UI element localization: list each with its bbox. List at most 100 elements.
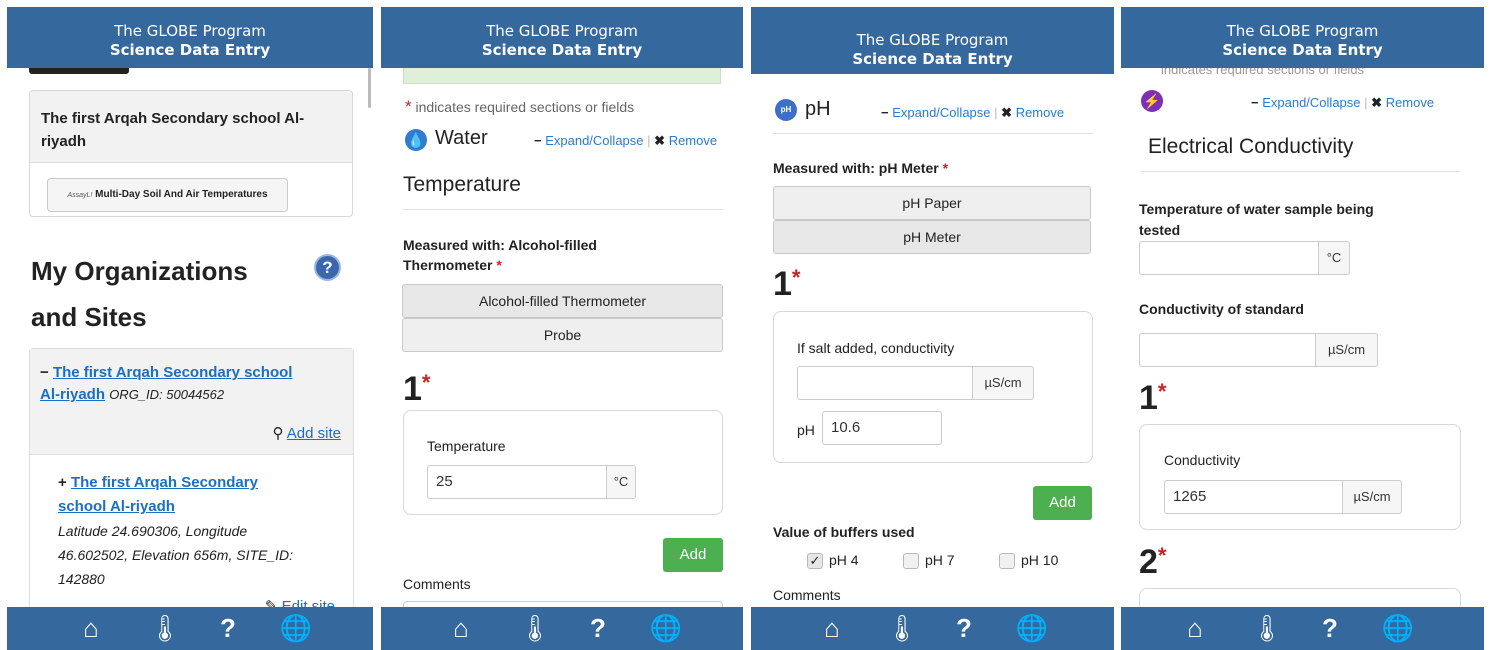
entry-number-2: 2* (1139, 543, 1167, 581)
globe-icon[interactable]: 🌐 (1014, 611, 1050, 645)
expand-collapse-link[interactable]: Expand/Collapse (892, 105, 990, 120)
remove-link[interactable]: Remove (1016, 105, 1064, 120)
org-id: ORG_ID: 50044562 (109, 387, 225, 402)
ph-input[interactable]: 10.6 (822, 411, 942, 445)
collapse-icon[interactable]: − (40, 364, 49, 381)
option-ph-meter[interactable]: pH Meter (773, 220, 1091, 254)
option-ph-paper[interactable]: pH Paper (773, 186, 1091, 220)
organization-card: − The first Arqah Secondary school Al-riy… (29, 348, 354, 648)
thermometer-icon[interactable]: 🌡 (884, 611, 920, 645)
site-details: Latitude 24.690306, Longitude 46.602502,… (58, 523, 294, 587)
divider (403, 209, 723, 210)
add-site-link[interactable]: ⚲ Add site (272, 424, 341, 442)
option-probe[interactable]: Probe (402, 318, 723, 352)
header-program-name: The GLOBE Program (1226, 22, 1379, 40)
standard-input[interactable] (1139, 333, 1316, 367)
help-icon[interactable]: ? (580, 611, 616, 645)
remove-icon: ✖ (1001, 105, 1013, 120)
ph-entry-box: If salt added, conductivity µS/cm pH 10.… (773, 311, 1093, 463)
home-icon[interactable]: ⌂ (1177, 611, 1213, 645)
site-entry: + The first Arqah Secondary school Al-riy… (58, 471, 348, 591)
standard-unit: µS/cm (1315, 333, 1378, 367)
option-alcohol-thermometer[interactable]: Alcohol-filled Thermometer (402, 284, 723, 318)
screen-my-organizations: The GLOBE Program Science Data Entry The… (7, 7, 373, 650)
header-program-name: The GLOBE Program (856, 31, 1009, 49)
screen-water-temperature: The GLOBE Program Science Data Entry * i… (381, 7, 743, 650)
protocol-logo: AssayL! (67, 192, 93, 199)
entry-number-1: 1* (1139, 379, 1167, 417)
page-title: My Organizations and Sites (31, 256, 248, 332)
help-icon[interactable]: ? (946, 611, 982, 645)
entry-number: 1* (403, 370, 431, 408)
home-icon[interactable]: ⌂ (443, 611, 479, 645)
protocol-actions: − Expand/Collapse | ✖ Remove (534, 133, 718, 148)
section-title: Electrical Conductivity (1148, 135, 1354, 158)
site-link[interactable]: The first Arqah Secondary school Al-riyad… (58, 474, 258, 515)
water-temp-label: Temperature of water sample being tested (1139, 201, 1374, 238)
protocol-button-label: Multi-Day Soil And Air Temperatures (95, 189, 268, 200)
home-icon[interactable]: ⌂ (73, 611, 109, 645)
buffer-ph7-label: pH 7 (925, 552, 955, 568)
section-title: Temperature (403, 173, 521, 196)
scrollbar[interactable] (368, 68, 371, 108)
water-drop-icon: 💧 (405, 129, 427, 151)
measured-with-label: Measured with: Alcohol-filled Thermomete… (403, 237, 597, 273)
school-card-title: The first Arqah Secondary school Al-riya… (41, 110, 305, 150)
bottom-nav: ⌂ 🌡 ? 🌐 (1121, 607, 1484, 650)
help-icon[interactable]: ? (1312, 611, 1348, 645)
protocol-button[interactable]: AssayL! Multi-Day Soil And Air Temperatu… (47, 178, 288, 212)
protocol-actions: − Expand/Collapse | ✖ Remove (1251, 95, 1435, 110)
conductivity-entry-box: Conductivity 1265 µS/cm (1139, 424, 1461, 530)
temperature-label: Temperature (427, 438, 506, 454)
app-header: The GLOBE Program Science Data Entry (7, 7, 373, 68)
home-icon[interactable]: ⌂ (814, 611, 850, 645)
salt-conductivity-label: If salt added, conductivity (797, 340, 955, 356)
app-header: The GLOBE Program Science Data Entry (751, 7, 1114, 74)
thermometer-icon[interactable]: 🌡 (1249, 611, 1285, 645)
buffer-ph10-checkbox[interactable] (999, 553, 1015, 569)
help-icon[interactable]: ? (314, 254, 341, 281)
location-pin-icon: ⚲ (272, 425, 284, 442)
bottom-nav: ⌂ 🌡 ? 🌐 (751, 607, 1114, 650)
remove-link[interactable]: Remove (1386, 95, 1434, 110)
temperature-entry-box: Temperature 25 °C (403, 410, 723, 515)
school-card: The first Arqah Secondary school Al-riya… (29, 90, 353, 217)
help-icon[interactable]: ? (210, 611, 246, 645)
thermometer-icon[interactable]: 🌡 (147, 611, 183, 645)
header-app-name: Science Data Entry (1222, 41, 1383, 59)
water-temp-unit: °C (1318, 241, 1350, 275)
salt-conductivity-input[interactable] (797, 366, 973, 400)
entry-number: 1* (773, 265, 801, 303)
buffer-options: ✓ pH 4 pH 7 pH 10 (807, 551, 1107, 573)
remove-icon: ✖ (1371, 95, 1383, 110)
conductivity-unit: µS/cm (1342, 480, 1402, 514)
divider (773, 133, 1093, 134)
bottom-nav: ⌂ 🌡 ? 🌐 (7, 607, 373, 650)
buffer-ph10-label: pH 10 (1021, 552, 1059, 568)
bottom-nav: ⌂ 🌡 ? 🌐 (381, 607, 743, 650)
protocol-title: pH (805, 98, 831, 120)
conductivity-input[interactable]: 1265 (1164, 480, 1343, 514)
ph-label: pH (797, 422, 815, 438)
measured-with-label: Measured with: pH Meter * (773, 160, 949, 176)
remove-icon: ✖ (654, 133, 666, 148)
expand-collapse-link[interactable]: Expand/Collapse (545, 133, 643, 148)
remove-link[interactable]: Remove (669, 133, 717, 148)
buffer-ph4-checkbox[interactable]: ✓ (807, 553, 823, 569)
header-program-name: The GLOBE Program (114, 22, 266, 40)
water-temp-input[interactable] (1139, 241, 1319, 275)
app-header: The GLOBE Program Science Data Entry (381, 7, 743, 68)
temperature-input[interactable]: 25 (427, 465, 607, 499)
screen-ph: The GLOBE Program Science Data Entry pH … (751, 7, 1114, 650)
expand-collapse-link[interactable]: Expand/Collapse (1262, 95, 1360, 110)
temperature-unit: °C (606, 465, 636, 499)
globe-icon[interactable]: 🌐 (1380, 611, 1416, 645)
header-program-name: The GLOBE Program (486, 22, 638, 40)
add-button[interactable]: Add (663, 538, 723, 572)
globe-icon[interactable]: 🌐 (648, 611, 684, 645)
buffer-ph7-checkbox[interactable] (903, 553, 919, 569)
expand-icon[interactable]: + (58, 474, 67, 491)
add-button[interactable]: Add (1033, 486, 1092, 520)
thermometer-icon[interactable]: 🌡 (517, 611, 553, 645)
globe-icon[interactable]: 🌐 (278, 611, 314, 645)
